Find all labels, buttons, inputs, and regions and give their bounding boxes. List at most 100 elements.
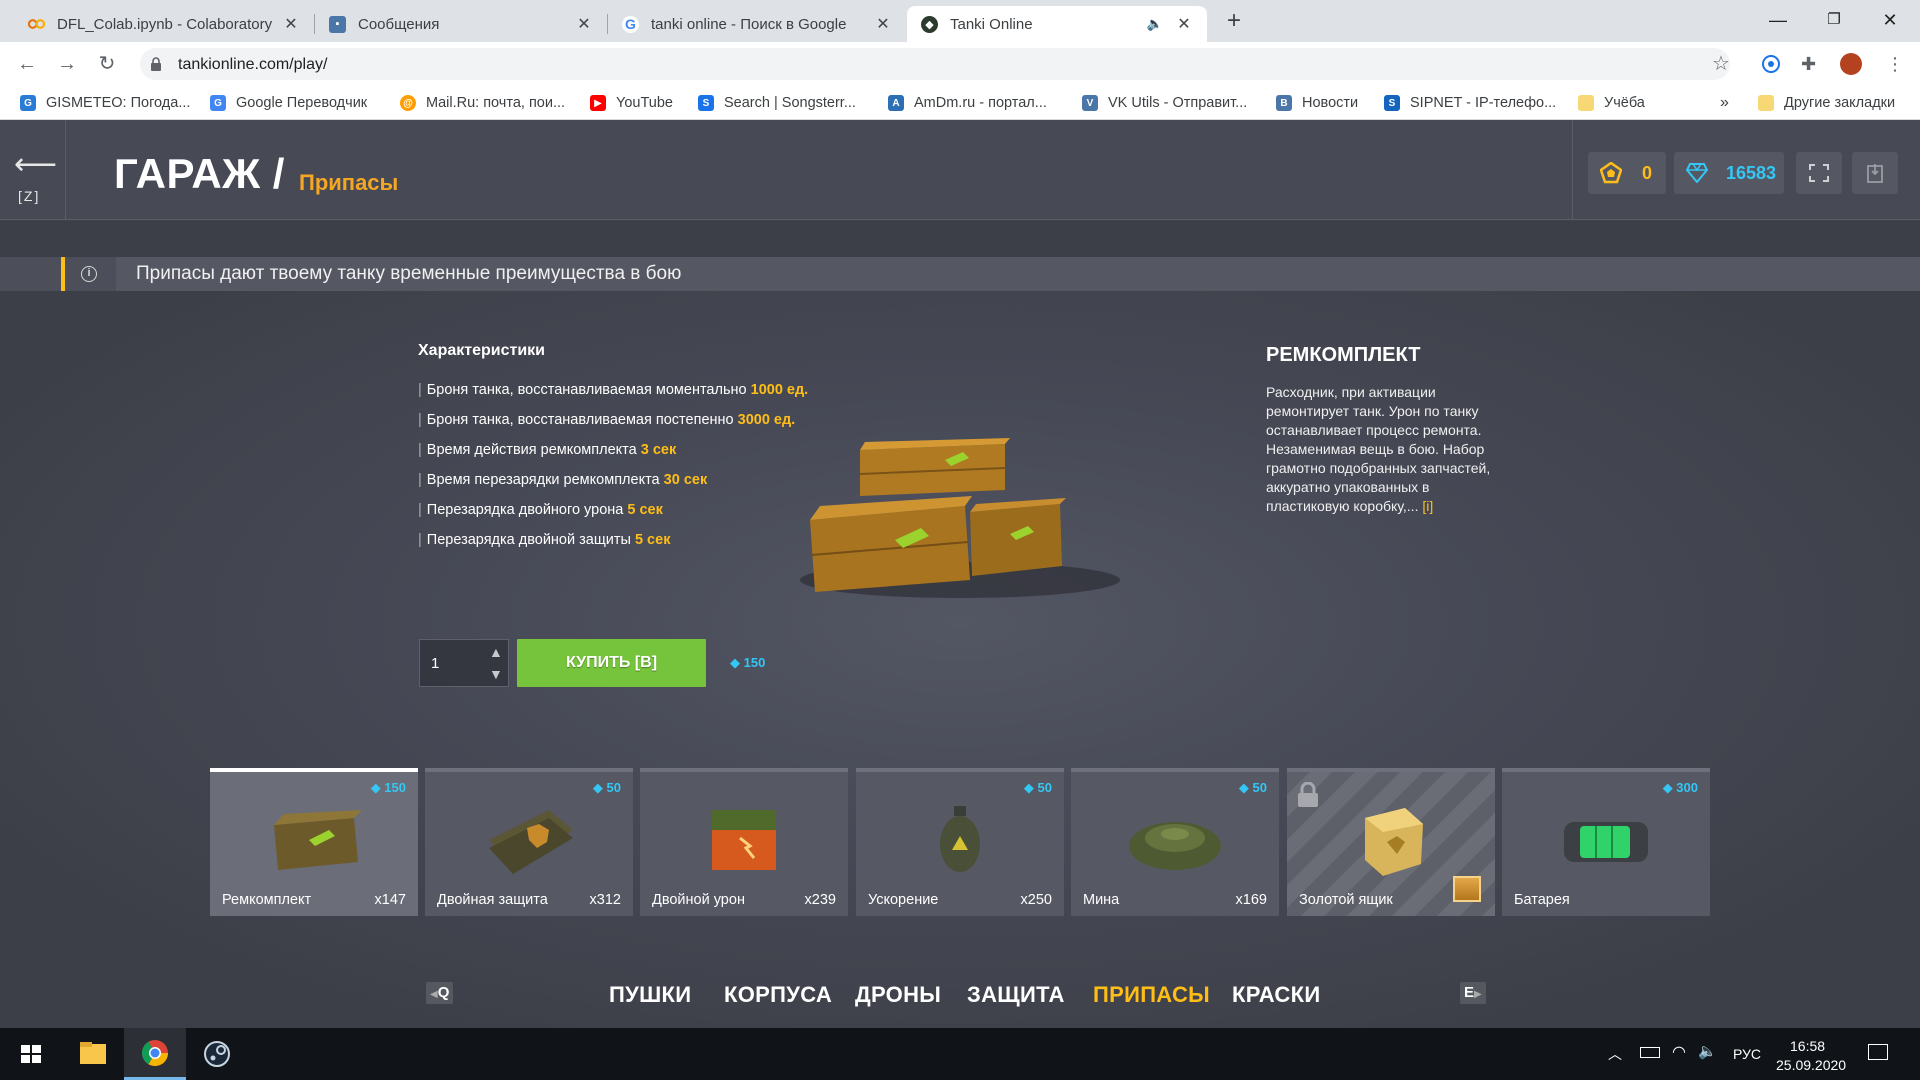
bookmark-star-icon[interactable]: ☆: [1712, 53, 1734, 75]
lock-icon[interactable]: [150, 56, 162, 72]
tab-google-search[interactable]: G tanki online - Поиск в Google ✕: [608, 6, 906, 42]
chrome-taskbar-icon[interactable]: [124, 1028, 186, 1080]
bookmark-vk-utils[interactable]: V VK Utils - Отправит...: [1082, 93, 1247, 113]
item-card-double-armor[interactable]: ◆ 50 Двойная защита x312: [425, 768, 633, 916]
next-category-button[interactable]: E▶: [1460, 982, 1486, 1004]
game-viewport: ⟵ [Z] ГАРАЖ / Припасы 0 16583 i Припасы …: [0, 120, 1920, 1028]
other-bookmarks[interactable]: Другие закладки: [1758, 93, 1895, 113]
crate-right: [970, 498, 1066, 576]
stars-value: 0: [1642, 163, 1653, 183]
bookmark-mailru[interactable]: @ Mail.Ru: почта, пои...: [400, 93, 565, 113]
url-text[interactable]: tankionline.com/play/: [178, 56, 327, 74]
windows-taskbar: ︿ ◠ 🔈: [0, 1028, 1920, 1080]
bookmark-google-translate[interactable]: G Google Переводчик: [210, 93, 367, 113]
tab-supplies[interactable]: ПРИПАСЫ: [1093, 982, 1210, 1008]
file-explorer-icon[interactable]: [62, 1028, 124, 1080]
battery-icon: [1564, 822, 1648, 862]
exit-door-icon: [1866, 163, 1884, 188]
profile-avatar[interactable]: [1840, 53, 1862, 75]
tab-cannons[interactable]: ПУШКИ: [609, 982, 691, 1008]
bookmark-gismeteo[interactable]: G GISMETEO: Погода...: [20, 93, 190, 113]
steam-icon[interactable]: [186, 1028, 248, 1080]
tab-paints[interactable]: КРАСКИ: [1232, 982, 1320, 1008]
tab-hulls[interactable]: КОРПУСА: [724, 982, 832, 1008]
new-tab-icon[interactable]: +: [1220, 8, 1248, 36]
double-damage-icon: [712, 810, 776, 870]
item-card-battery[interactable]: ◆ 300 Батарея: [1502, 768, 1710, 916]
chevron-down-icon[interactable]: ▼: [489, 666, 503, 682]
chevron-up-icon[interactable]: ︿: [1608, 1044, 1622, 1064]
close-tab-icon[interactable]: ✕: [282, 14, 300, 34]
browser-toolbar: ← → ↻ tankionline.com/play/ ☆ ✚ ⋮: [0, 42, 1920, 86]
back-arrow-icon[interactable]: ←: [12, 50, 42, 78]
tanki-icon: ◆: [921, 15, 938, 33]
item-count: x250: [1020, 892, 1052, 908]
close-tab-icon[interactable]: ✕: [575, 14, 593, 34]
bookmark-folder-study[interactable]: Учёба: [1578, 93, 1645, 113]
item-card-mine[interactable]: ◆ 50 Мина x169: [1071, 768, 1279, 916]
item-card-speed-boost[interactable]: ◆ 50 Ускорение x250: [856, 768, 1064, 916]
crystals-counter[interactable]: 16583: [1674, 152, 1784, 194]
audio-playing-icon[interactable]: 🔈: [1147, 16, 1163, 32]
crate-left: [810, 496, 972, 592]
amdm-icon: A: [888, 95, 904, 111]
bookmark-amdm[interactable]: A AmDm.ru - портал...: [888, 93, 1047, 113]
tab-protection[interactable]: ЗАЩИТА: [967, 982, 1065, 1008]
folder-icon: [1578, 95, 1594, 111]
forward-arrow-icon[interactable]: →: [52, 50, 82, 78]
wifi-icon[interactable]: ◠: [1672, 1042, 1686, 1062]
input-language[interactable]: РУС: [1733, 1046, 1761, 1062]
gold-box-icon: [1365, 808, 1423, 876]
item-name: Ускорение: [868, 892, 939, 908]
item-card-repair-kit[interactable]: ◆ 150 Ремкомплект x147: [210, 768, 418, 916]
restore-icon[interactable]: ❐: [1810, 0, 1858, 40]
exit-button[interactable]: [1852, 152, 1898, 194]
prev-category-button[interactable]: ◀Q: [426, 982, 454, 1004]
close-tab-icon[interactable]: ✕: [1175, 14, 1193, 34]
more-info-link[interactable]: [i]: [1422, 498, 1433, 514]
fullscreen-button[interactable]: [1796, 152, 1842, 194]
menu-dots-icon[interactable]: ⋮: [1884, 53, 1906, 75]
item-count: x147: [374, 892, 406, 908]
bookmarks-overflow-icon[interactable]: »: [1720, 93, 1729, 113]
tab-title: Сообщения: [358, 15, 440, 33]
bookmark-songsterr[interactable]: S Search | Songsterr...: [698, 93, 856, 113]
item-card-double-damage[interactable]: Двойной урон x239: [640, 768, 848, 916]
tab-title: DFL_Colab.ipynb - Colaboratory: [57, 15, 273, 33]
reload-icon[interactable]: ↻: [92, 50, 122, 78]
item-name: Ремкомплект: [222, 892, 312, 908]
clock-time[interactable]: 16:58: [1790, 1038, 1825, 1054]
battery-tray-icon[interactable]: [1640, 1047, 1660, 1058]
back-arrow-icon[interactable]: ⟵: [14, 150, 57, 180]
volume-icon[interactable]: 🔈: [1698, 1042, 1717, 1060]
item-card-gold-box[interactable]: Золотой ящик: [1287, 768, 1495, 916]
tab-tanki-online[interactable]: ◆ Tanki Online 🔈 ✕: [907, 6, 1207, 42]
close-tab-icon[interactable]: ✕: [874, 14, 892, 34]
quantity-value[interactable]: 1: [431, 655, 439, 672]
mailru-icon: @: [400, 95, 416, 111]
chevron-up-icon[interactable]: ▲: [489, 644, 503, 660]
bookmark-news[interactable]: В Новости: [1276, 93, 1358, 113]
close-window-icon[interactable]: ✕: [1866, 0, 1914, 40]
tab-colab[interactable]: DFL_Colab.ipynb - Colaboratory ✕: [14, 6, 314, 42]
double-armor-icon: [489, 810, 573, 874]
colab-icon: [28, 16, 45, 33]
stars-counter[interactable]: 0: [1588, 152, 1666, 194]
buy-button[interactable]: КУПИТЬ [B]: [517, 639, 706, 687]
bookmark-sipnet[interactable]: S SIPNET - IP-телефо...: [1384, 93, 1556, 113]
tab-drones[interactable]: ДРОНЫ: [855, 982, 941, 1008]
characteristics-title: Характеристики: [418, 342, 546, 359]
info-icon: i: [81, 266, 97, 282]
crystals-value: 16583: [1726, 163, 1777, 183]
extensions-puzzle-icon[interactable]: ✚: [1801, 53, 1823, 75]
tab-messages[interactable]: ▪ Сообщения ✕: [315, 6, 607, 42]
notifications-icon[interactable]: [1868, 1044, 1888, 1060]
clock-date[interactable]: 25.09.2020: [1776, 1057, 1846, 1073]
vk-icon: В: [1276, 95, 1292, 111]
minimize-icon[interactable]: —: [1754, 0, 1802, 40]
windows-start-icon[interactable]: [0, 1028, 62, 1080]
bookmark-youtube[interactable]: ▶ YouTube: [590, 93, 673, 113]
address-bar[interactable]: [140, 48, 1730, 80]
folder-icon: [1758, 95, 1774, 111]
extension-sync-icon[interactable]: [1760, 53, 1782, 75]
